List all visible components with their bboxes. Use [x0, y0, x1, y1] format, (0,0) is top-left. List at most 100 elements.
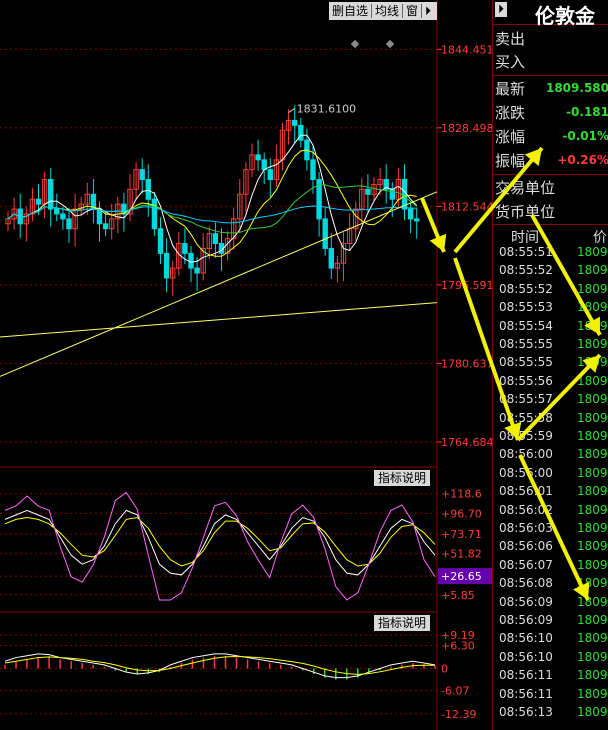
trade-time: 08:56:01: [499, 484, 553, 499]
trade-time: 08:56:11: [499, 686, 553, 701]
trade-price: 1809: [577, 484, 608, 499]
trade-time: 08:56:06: [499, 539, 553, 554]
kdj-line-j: [4, 491, 436, 601]
trade-row: 08:55:52 1809: [493, 263, 608, 281]
trade-time: 08:56:11: [499, 668, 553, 683]
currency-row: 货币单位: [495, 201, 608, 225]
price-tick-label: 1828.498: [441, 122, 492, 135]
trade-row: 08:56:09 1809: [493, 595, 608, 613]
trade-time: 08:56:07: [499, 557, 553, 572]
amp-label: 振幅: [495, 152, 526, 170]
trade-price: 1809: [577, 373, 608, 388]
candle-body: [292, 119, 298, 126]
marker-diamond: [385, 39, 395, 49]
expand-arrow-icon[interactable]: ⏵: [422, 4, 434, 18]
ma-button[interactable]: 均线: [372, 4, 404, 18]
candle-body: [212, 233, 219, 244]
trade-time: 08:55:52: [499, 263, 553, 278]
trade-time: 08:56:00: [499, 465, 553, 480]
collapse-arrow-icon[interactable]: ⏵: [495, 2, 508, 17]
high-annotation: 1831.6100: [297, 103, 357, 116]
trade-time: 08:56:08: [499, 576, 553, 591]
macd-tick-label: +6.30: [441, 640, 475, 653]
trade-row: 08:55:56 1809: [493, 374, 608, 392]
candle-body: [328, 247, 335, 269]
latest-label: 最新: [495, 80, 526, 98]
marker-diamond: [350, 39, 360, 49]
sell-row: 卖出: [495, 28, 608, 52]
trade-time: 08:55:58: [499, 410, 553, 425]
trade-row: 08:55:59 1809: [493, 429, 608, 447]
candle-body: [182, 243, 188, 254]
unit-label: 交易单位: [495, 179, 556, 197]
trade-row: 08:56:02 1809: [493, 503, 608, 521]
trade-time: 08:56:00: [499, 447, 553, 462]
trade-price: 1809: [577, 668, 608, 683]
candle-body: [66, 218, 72, 230]
chart-toolbar: 删自选 均线窗 ⏵: [329, 2, 437, 20]
trade-row: 08:56:10 1809: [493, 650, 608, 668]
candle-body: [414, 218, 420, 222]
candle-body: [145, 179, 152, 200]
kdj-tick-label: +96.70: [441, 507, 482, 520]
trade-price: 1809: [577, 576, 608, 591]
currency-label: 货币单位: [495, 203, 556, 221]
trade-time: 08:56:10: [499, 649, 553, 664]
candle-body: [139, 169, 145, 181]
trade-time: 08:55:55: [499, 337, 553, 351]
trade-price: 1809: [577, 631, 608, 646]
trade-price: 1809: [577, 263, 608, 278]
macd-tick-label: 0: [441, 663, 448, 676]
high-pointer: [288, 108, 295, 113]
amp-row: 振幅 +0.26%: [495, 150, 608, 174]
candle-body: [96, 208, 103, 225]
instrument-title: 伦敦金: [535, 4, 595, 28]
trade-row: 08:55:57 1809: [493, 392, 608, 410]
trade-price: 1809: [577, 300, 608, 315]
candle-body: [35, 198, 42, 205]
ma-line-ma5: [7, 134, 418, 263]
pct-row: 涨幅 -0.01%: [495, 126, 608, 150]
indicator-help-button-1[interactable]: 指标说明: [374, 470, 431, 486]
price-tick-label: 1796.591: [441, 279, 492, 292]
trade-row: 08:55:51 1809: [493, 245, 608, 263]
trade-time: 08:56:03: [499, 521, 553, 535]
candle-body: [102, 223, 109, 230]
candle-body: [261, 159, 267, 171]
trade-time: 08:56:10: [499, 631, 553, 646]
trade-price: 1809: [577, 245, 608, 259]
window-button[interactable]: 窗: [403, 4, 423, 18]
trend-line: [0, 302, 438, 338]
trade-time: 08:55:52: [499, 281, 553, 296]
quote-panel: ⏵ 伦敦金 卖出 买入 最新 1809.580 涨跌 -0.181 涨幅 -0.01%…: [492, 0, 608, 730]
kdj-tick-label: +26.65: [441, 570, 482, 583]
change-row: 涨跌 -0.181: [495, 102, 608, 126]
trade-row: 08:56:00 1809: [493, 466, 608, 484]
trade-row: 08:56:11 1809: [493, 668, 608, 686]
pct-label: 涨幅: [495, 128, 526, 146]
trade-price: 1809: [577, 613, 608, 627]
delete-watch-button[interactable]: 删自选: [329, 4, 373, 18]
candle-body: [255, 154, 261, 161]
trend-line: [0, 191, 438, 377]
trade-row: 08:55:55 1809: [493, 355, 608, 373]
trade-price: 1809: [577, 281, 608, 296]
trade-row: 08:55:55 1809: [493, 337, 608, 355]
trade-price: 1809: [577, 410, 608, 425]
candle-body: [48, 179, 54, 210]
trade-price: 1809: [577, 594, 608, 609]
trade-price: 1809: [577, 447, 608, 462]
trade-time: 08:55:57: [499, 392, 553, 407]
indicator-help-button-2[interactable]: 指标说明: [374, 615, 431, 631]
trade-time: 08:56:09: [499, 594, 553, 609]
chart-area: 1844.451 1828.498 1812.544 1796.591 1780.637…: [0, 0, 492, 730]
trade-price: 1809: [577, 429, 608, 443]
candle-body: [163, 252, 170, 279]
trade-time: 08:55:51: [499, 245, 553, 259]
trade-price: 1809: [577, 337, 608, 351]
candle-body: [157, 228, 164, 254]
change-value: -0.181: [566, 105, 608, 119]
unit-row: 交易单位: [495, 177, 608, 201]
trade-price: 1809: [577, 465, 608, 480]
trade-time: 08:55:54: [499, 318, 553, 333]
